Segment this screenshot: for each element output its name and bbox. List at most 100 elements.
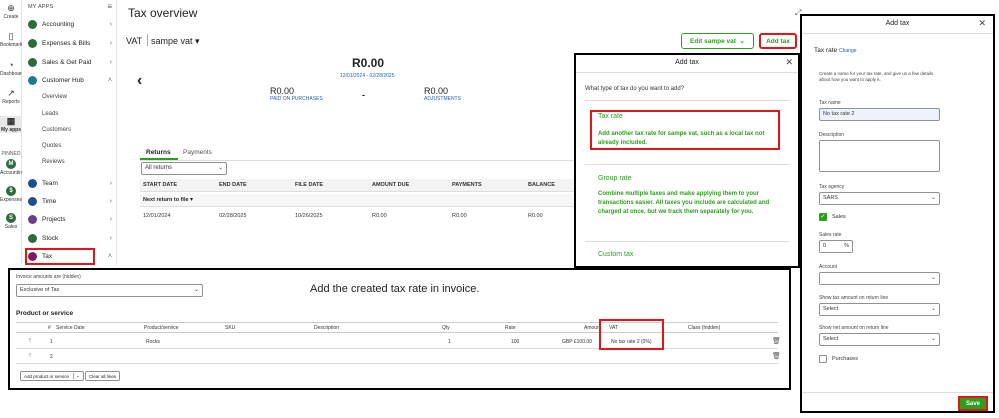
option-custom-tax[interactable]: Custom tax	[598, 251, 633, 258]
next-return-group-row[interactable]: Next return to file ▾	[140, 194, 576, 207]
sidebar-item-stock[interactable]: Stock ›	[28, 231, 114, 245]
sidebar-item-accounting[interactable]: Accounting ›	[28, 17, 114, 31]
option-tax-rate[interactable]: Tax rate Add another tax rate for sampe …	[590, 110, 780, 150]
sales-checkbox[interactable]: ✓	[819, 213, 827, 221]
screenshot-collage: ⊕ Create ▯ Bookmarks ◔ Dashboard ↗ Reports ▦…	[0, 0, 999, 418]
rail-dashboard[interactable]: ◔ Dashboard	[0, 60, 24, 77]
product-section-title: Product or service	[16, 310, 74, 317]
col-payments[interactable]: PAYMENTS	[452, 182, 482, 188]
rail-my-apps[interactable]: ▦ My apps	[0, 116, 22, 133]
returns-filter-select[interactable]: All returns ⌄	[141, 162, 227, 175]
accounting-app-icon	[28, 19, 37, 29]
add-tax-button[interactable]: Add tax	[759, 33, 797, 49]
sales-rate-label: Sales rate	[819, 232, 842, 238]
trash-icon[interactable]: 🗑	[772, 352, 781, 360]
option-divider	[585, 100, 789, 101]
close-icon[interactable]: ✕	[785, 57, 793, 68]
dialog-question: What type of tax do you want to add?	[585, 86, 685, 92]
vat-highlight-box	[599, 319, 664, 350]
show-tax-label: Show tax amount on return line	[819, 295, 889, 301]
accounting-icon: M	[6, 159, 16, 169]
sidebar-sub-customers[interactable]: Customers	[42, 127, 71, 133]
purchases-checkbox[interactable]	[819, 355, 827, 363]
apps-icon: ▦	[6, 116, 16, 126]
plus-circle-icon: ⊕	[7, 3, 15, 13]
sidebar-sub-leads[interactable]: Leads	[42, 111, 58, 117]
tax-name-label: Tax name	[819, 100, 841, 106]
col-file-date[interactable]: FILE DATE	[295, 182, 323, 188]
sales-icon: S	[6, 213, 16, 223]
add-product-button[interactable]: Add product or service ⌄	[20, 371, 84, 381]
dashboard-icon: ◔	[8, 60, 14, 70]
dialog-divider	[576, 72, 798, 73]
tab-payments[interactable]: Payments	[183, 149, 212, 156]
sidebar-sub-reviews[interactable]: Reviews	[42, 159, 65, 165]
panel-divider	[802, 33, 993, 34]
chevron-right-icon: ›	[109, 179, 112, 187]
dialog-title: Add tax	[675, 59, 699, 66]
col-start-date[interactable]: START DATE	[143, 182, 177, 188]
tax-name-input[interactable]: No tax rate 2	[819, 108, 940, 121]
clear-lines-button[interactable]: Clear all lines	[85, 371, 121, 381]
chevron-down-icon: ⌄	[930, 275, 936, 281]
account-select[interactable]: ⌄	[819, 272, 940, 285]
tax-agency-select[interactable]: SARS ⌄	[819, 192, 940, 205]
agency-selector[interactable]: sampe vat ▾	[151, 36, 200, 47]
drag-handle-icon[interactable]: ⠿	[28, 353, 32, 359]
adjustments-label: ADJUSTMENTS	[424, 96, 461, 102]
sidebar-sub-overview[interactable]: Overview	[42, 94, 67, 100]
tab-returns[interactable]: Returns	[146, 149, 171, 156]
invoice-amounts-label: Invoice amounts are (hidden)	[16, 274, 81, 280]
chevron-right-icon: ›	[109, 234, 112, 242]
rail-create[interactable]: ⊕ Create	[0, 3, 22, 20]
sidebar-item-customer-hub[interactable]: Customer Hub ˄	[28, 73, 114, 87]
expenses-app-icon	[28, 38, 37, 48]
save-button[interactable]: Save	[958, 396, 988, 411]
sales-rate-input[interactable]: 0%	[819, 240, 853, 253]
chart-icon: ↗	[7, 88, 15, 98]
rail-reports[interactable]: ↗ Reports	[0, 88, 22, 105]
invoice-amounts-select[interactable]: Exclusive of Tax ⌄	[16, 284, 203, 297]
rail-expenses[interactable]: $ Expenses	[0, 186, 22, 203]
change-link[interactable]: Change	[839, 48, 857, 54]
sidebar-item-sales[interactable]: Sales & Get Paid ›	[28, 55, 114, 69]
sidebar-item-time[interactable]: Time ›	[28, 194, 114, 208]
collapse-icon[interactable]: ≡	[107, 2, 112, 11]
rail-accounting[interactable]: M Accounting	[0, 159, 25, 176]
close-icon[interactable]: ✕	[978, 18, 986, 29]
trash-icon[interactable]: 🗑	[772, 337, 781, 345]
rail-sales[interactable]: S Sales	[0, 213, 22, 230]
sidebar-item-expenses[interactable]: Expenses & Bills ›	[28, 36, 114, 50]
sidebar-item-team[interactable]: Team ›	[28, 176, 114, 190]
paid-amount: R0.00	[270, 86, 295, 96]
tax-agency-label: Tax agency	[819, 184, 845, 190]
chevron-down-icon: ⌄	[73, 373, 80, 379]
minus-sign: -	[362, 90, 365, 100]
sidebar-item-projects[interactable]: Projects ›	[28, 212, 114, 226]
prev-period-arrow-icon[interactable]: ‹	[137, 72, 142, 90]
chevron-down-icon: ⌄	[193, 287, 199, 293]
table-row[interactable]: 12/01/2024 02/28/2025 10/26/2025 R0.00 R…	[140, 213, 576, 225]
footer-divider	[802, 392, 993, 393]
chevron-down-icon: ⌄	[739, 38, 745, 45]
col-amount-due[interactable]: AMOUNT DUE	[372, 182, 409, 188]
amount-due: R0.00	[352, 56, 385, 70]
show-net-select[interactable]: Select ⌄	[819, 333, 940, 346]
rail-bookmarks[interactable]: ▯ Bookmarks	[0, 31, 25, 48]
col-balance[interactable]: BALANCE	[528, 182, 555, 188]
show-tax-select[interactable]: Select ⌄	[819, 303, 940, 316]
invoice-section: Invoice amounts are (hidden) Exclusive o…	[8, 268, 791, 390]
chevron-right-icon: ›	[109, 39, 112, 47]
description-textarea[interactable]	[819, 140, 940, 172]
panel-title: Add tax	[885, 20, 910, 27]
annotation-note: Add the created tax rate in invoice.	[310, 283, 480, 295]
option-group-rate[interactable]: Group rate Combine multiple taxes and ma…	[598, 175, 788, 235]
edit-agency-button[interactable]: Edit sampe vat ⌄	[681, 33, 754, 49]
table-row[interactable]: ⠿ 2 🗑	[16, 350, 781, 364]
drag-handle-icon[interactable]: ⠿	[28, 338, 32, 344]
col-end-date[interactable]: END DATE	[219, 182, 247, 188]
sidebar-sub-quotes[interactable]: Quotes	[42, 143, 61, 149]
sales-app-icon	[28, 57, 37, 67]
tabs-divider	[140, 160, 576, 161]
expenses-icon: $	[6, 186, 16, 196]
